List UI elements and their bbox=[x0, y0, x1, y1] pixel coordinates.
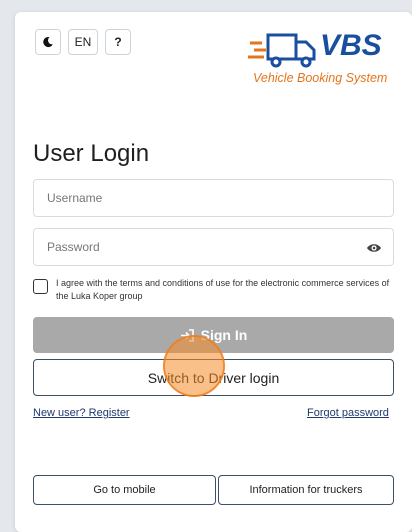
login-card: EN ? VBS Vehicle Booking System User Log… bbox=[15, 12, 412, 532]
truck-icon bbox=[248, 33, 316, 68]
register-link[interactable]: New user? Register bbox=[33, 407, 130, 419]
logo-name: VBS bbox=[320, 29, 382, 62]
forgot-password-link[interactable]: Forgot password bbox=[307, 407, 389, 419]
page-title: User Login bbox=[33, 140, 150, 167]
help-button[interactable]: ? bbox=[105, 29, 131, 55]
terms-checkbox[interactable] bbox=[33, 279, 48, 294]
sign-in-icon bbox=[180, 328, 194, 342]
vbs-logo: VBS Vehicle Booking System bbox=[248, 29, 398, 89]
moon-icon bbox=[43, 37, 53, 48]
password-input[interactable] bbox=[34, 229, 347, 265]
theme-toggle-button[interactable] bbox=[35, 29, 61, 55]
topbar: EN ? bbox=[35, 29, 131, 55]
sign-in-button[interactable]: Sign In bbox=[33, 317, 394, 353]
sign-in-label: Sign In bbox=[200, 327, 248, 343]
truckers-info-button[interactable]: Information for truckers bbox=[218, 475, 394, 505]
username-input[interactable] bbox=[34, 180, 347, 216]
go-to-mobile-button[interactable]: Go to mobile bbox=[33, 475, 216, 505]
terms-text: I agree with the terms and conditions of… bbox=[56, 278, 390, 301]
language-button[interactable]: EN bbox=[68, 29, 98, 55]
password-field[interactable] bbox=[33, 228, 394, 266]
username-field[interactable] bbox=[33, 179, 394, 217]
terms-agreement: I agree with the terms and conditions of… bbox=[33, 277, 393, 303]
eye-icon[interactable] bbox=[366, 240, 382, 256]
switch-driver-login-button[interactable]: Switch to Driver login bbox=[33, 359, 394, 396]
logo-subtitle: Vehicle Booking System bbox=[253, 71, 388, 85]
